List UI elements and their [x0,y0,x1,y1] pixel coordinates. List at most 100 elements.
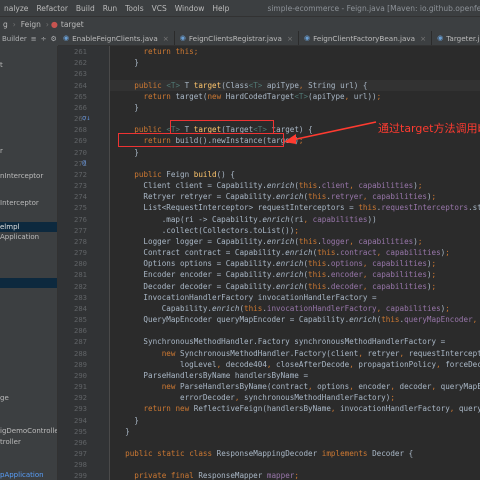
window-title: simple-ecommerce - Feign.java [Maven: io… [267,3,480,13]
project-tree-item[interactable]: elmpl [0,222,57,232]
breadcrumb-item[interactable]: Feign [18,20,44,29]
annotation-marker-icon[interactable]: @ [82,158,86,169]
line-number: 281 [74,270,87,280]
line-number: 278 [74,236,87,246]
line-number: 263 [74,69,87,79]
line-number: 275 [74,203,87,213]
project-toolbar: Builder≡÷⚙— [0,31,68,46]
menu-item[interactable]: Window [171,4,209,13]
line-number: 294 [74,415,87,425]
code-line: List<RequestInterceptor> requestIntercep… [116,203,480,213]
line-number: 261 [74,47,87,56]
code-line: Contract contract = Capability.enrich(th… [116,248,450,258]
menu-item[interactable]: Help [208,4,233,13]
breadcrumb-separator-icon: › [12,19,16,29]
line-number: 264 [74,80,87,90]
menu-item[interactable]: Build [72,4,99,13]
close-tab-icon[interactable]: × [420,34,426,43]
breadcrumb-item[interactable]: g [0,20,11,29]
tab-label: FeignClientsRegistrar.java [188,33,282,43]
line-number: 286 [74,326,87,336]
line-number: 292 [74,393,87,403]
code-line: Logger logger = Capability.enrich(this.l… [116,236,423,246]
code-line: private final ResponseMapper mapper; [134,471,299,480]
code-line: Capability.enrich(this.invocationHandler… [116,303,450,313]
project-tree-item[interactable]: igDemoControlle [0,426,57,436]
code-line: public static class ResponseMappingDecod… [125,449,414,459]
method-icon: ● [50,19,58,29]
menu-item[interactable]: Run [99,4,121,13]
project-tree-item[interactable]: ge [0,393,9,403]
line-number: 269 [74,136,87,146]
code-line: errorDecoder, synchronousMethodHandlerFa… [116,393,395,403]
close-tab-icon[interactable]: × [163,34,169,43]
project-tree-item[interactable]: pApplication [0,470,44,480]
code-line: } [116,102,139,112]
line-number: 284 [74,303,87,313]
tool-icon[interactable]: ≡ [29,35,39,43]
editor-tab-bar: ◉ EnableFeignClients.java × ◉ FeignClientsRe… [58,31,480,46]
override-marker-icon[interactable]: o↓ [82,113,90,124]
editor-tab[interactable]: ◉ FeignClientsRegistrar.java × [175,31,299,45]
java-class-icon: ◉ [437,34,444,42]
line-number: 282 [74,281,87,291]
code-line: Options options = Capability.enrich(this… [116,259,437,269]
line-number: 287 [74,337,87,347]
line-number: 279 [74,248,87,258]
project-tree-panel: t r nInterceptor Interceptor elmpl Applicatio… [0,46,58,480]
close-tab-icon[interactable]: × [287,34,293,43]
code-line: new ParseHandlersByName(contract, option… [161,382,480,392]
code-line: .collect(Collectors.toList()); [116,225,299,235]
line-number: 268 [74,125,87,135]
line-number: 262 [74,58,87,68]
breadcrumb-item[interactable]: target [58,20,87,29]
line-number: 274 [74,192,87,202]
code-line: QueryMapEncoder queryMapEncoder = Capabi… [116,315,478,325]
editor-tab[interactable]: ◉ FeignClientFactoryBean.java × [299,31,433,45]
line-number: 276 [74,214,87,224]
line-number: 291 [74,382,87,392]
code-line: return build().newInstance(target); [143,136,304,146]
menu-item[interactable]: Refactor [32,4,71,13]
code-line: public Feign build() { [134,169,235,179]
tool-icon[interactable]: ÷ [39,35,49,43]
project-tree-item[interactable]: r [0,146,3,156]
menu-item[interactable]: VCS [148,4,171,13]
editor-tab[interactable]: ◉Targeter.java× [432,31,480,45]
editor-tab[interactable]: ◉ EnableFeignClients.java × [58,31,175,45]
line-number: 293 [74,404,87,414]
line-number: 283 [74,292,87,302]
code-line: return new ReflectiveFeign(handlersByNam… [143,404,480,414]
project-tree-item[interactable]: Interceptor [0,198,39,208]
line-number: 277 [74,225,87,235]
line-number: 273 [74,181,87,191]
line-number: 266 [74,102,87,112]
code-line: return target(new HardCodedTarget<T>(api… [143,91,382,101]
line-number: 297 [74,449,87,459]
code-line: ParseHandlersByName handlersByName = [116,370,309,380]
project-tree-item[interactable]: t [0,60,3,70]
code-line: .map(ri -> Capability.enrich(ri, capabil… [116,214,377,224]
project-tree-item[interactable]: Application [0,232,39,242]
breadcrumb-separator-icon: › [45,19,49,29]
code-line: } [116,426,130,436]
menu-item[interactable]: Tools [121,4,147,13]
line-number: 290 [74,370,87,380]
line-number: 280 [74,259,87,269]
line-number: 265 [74,91,87,101]
java-class-icon: ◉ [179,34,186,42]
code-line: } [116,58,139,68]
line-number: 298 [74,460,87,470]
builder-label: Builder [2,34,27,43]
code-editor[interactable]: return this; } public <T> T target(Class… [110,46,480,480]
project-tree-item[interactable] [0,278,57,288]
line-number: 285 [74,315,87,325]
code-line: public <T> T target(Class<T> apiType, St… [110,79,480,91]
line-number: 270 [74,147,87,157]
tab-label: Targeter.java [446,33,480,43]
menu-item[interactable]: nalyze [0,4,32,13]
java-class-icon: ◉ [303,34,311,42]
project-tree-item[interactable]: troller [0,437,21,447]
project-tree-item[interactable]: nInterceptor [0,171,43,181]
line-number: 272 [74,169,87,179]
